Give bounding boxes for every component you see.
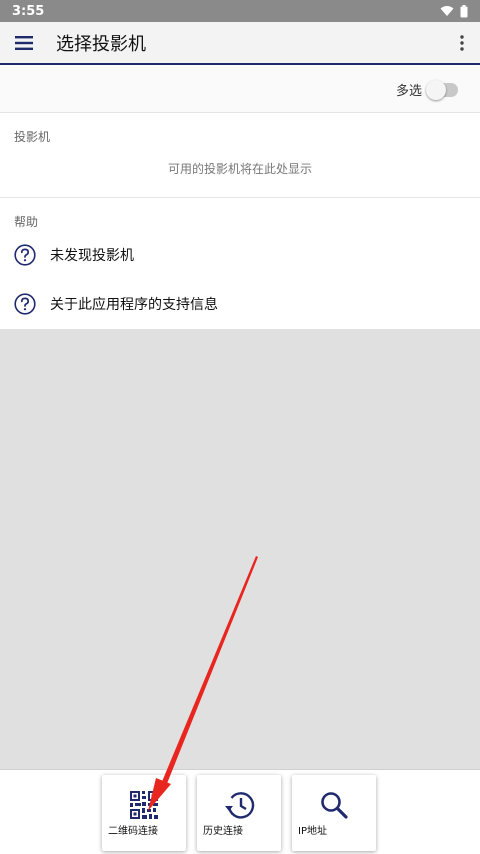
qr-connect-label: 二维码连接 bbox=[108, 826, 158, 837]
multi-select-row: 多选 bbox=[0, 67, 480, 113]
more-options-button[interactable] bbox=[444, 21, 480, 64]
ip-address-button[interactable]: IP地址 bbox=[292, 775, 376, 851]
question-circle-icon bbox=[14, 293, 36, 315]
projectors-section: 投影机 可用的投影机将在此处显示 bbox=[0, 114, 480, 198]
help-item-label: 关于此应用程序的支持信息 bbox=[50, 297, 218, 313]
projectors-empty-text: 可用的投影机将在此处显示 bbox=[167, 162, 312, 176]
help-section: 帮助 未发现投影机 关于此应用程序的支持信息 bbox=[0, 199, 480, 329]
qr-connect-button[interactable]: 二维码连接 bbox=[102, 775, 186, 851]
help-header: 帮助 bbox=[14, 215, 39, 229]
history-connect-button[interactable]: 历史连接 bbox=[197, 775, 281, 851]
help-item-support-info[interactable]: 关于此应用程序的支持信息 bbox=[0, 281, 480, 327]
system-icons bbox=[440, 4, 468, 18]
page-title: 选择投影机 bbox=[56, 33, 146, 55]
search-icon bbox=[321, 792, 348, 819]
toggle-knob bbox=[426, 79, 446, 100]
help-item-label: 未发现投影机 bbox=[50, 248, 134, 264]
question-circle-icon bbox=[14, 244, 36, 266]
more-vert-icon bbox=[460, 34, 464, 51]
menu-button[interactable] bbox=[0, 21, 48, 64]
wifi-icon bbox=[440, 6, 454, 16]
status-time: 3:55 bbox=[12, 3, 45, 19]
history-connect-label: 历史连接 bbox=[203, 826, 243, 837]
content-area bbox=[0, 329, 480, 769]
hamburger-icon bbox=[15, 35, 33, 50]
help-item-no-projector[interactable]: 未发现投影机 bbox=[0, 232, 480, 278]
multi-select-label: 多选 bbox=[395, 84, 422, 99]
projectors-header: 投影机 bbox=[14, 130, 51, 144]
app-bar: 选择投影机 bbox=[0, 22, 480, 65]
battery-icon bbox=[460, 4, 468, 17]
ip-address-label: IP地址 bbox=[298, 826, 327, 837]
multi-select-toggle[interactable] bbox=[426, 79, 458, 100]
bottom-bar: 二维码连接 历史连接 IP地址 bbox=[0, 769, 480, 854]
history-icon bbox=[225, 792, 255, 819]
qr-code-icon bbox=[130, 791, 158, 819]
status-bar: 3:55 bbox=[0, 0, 480, 22]
